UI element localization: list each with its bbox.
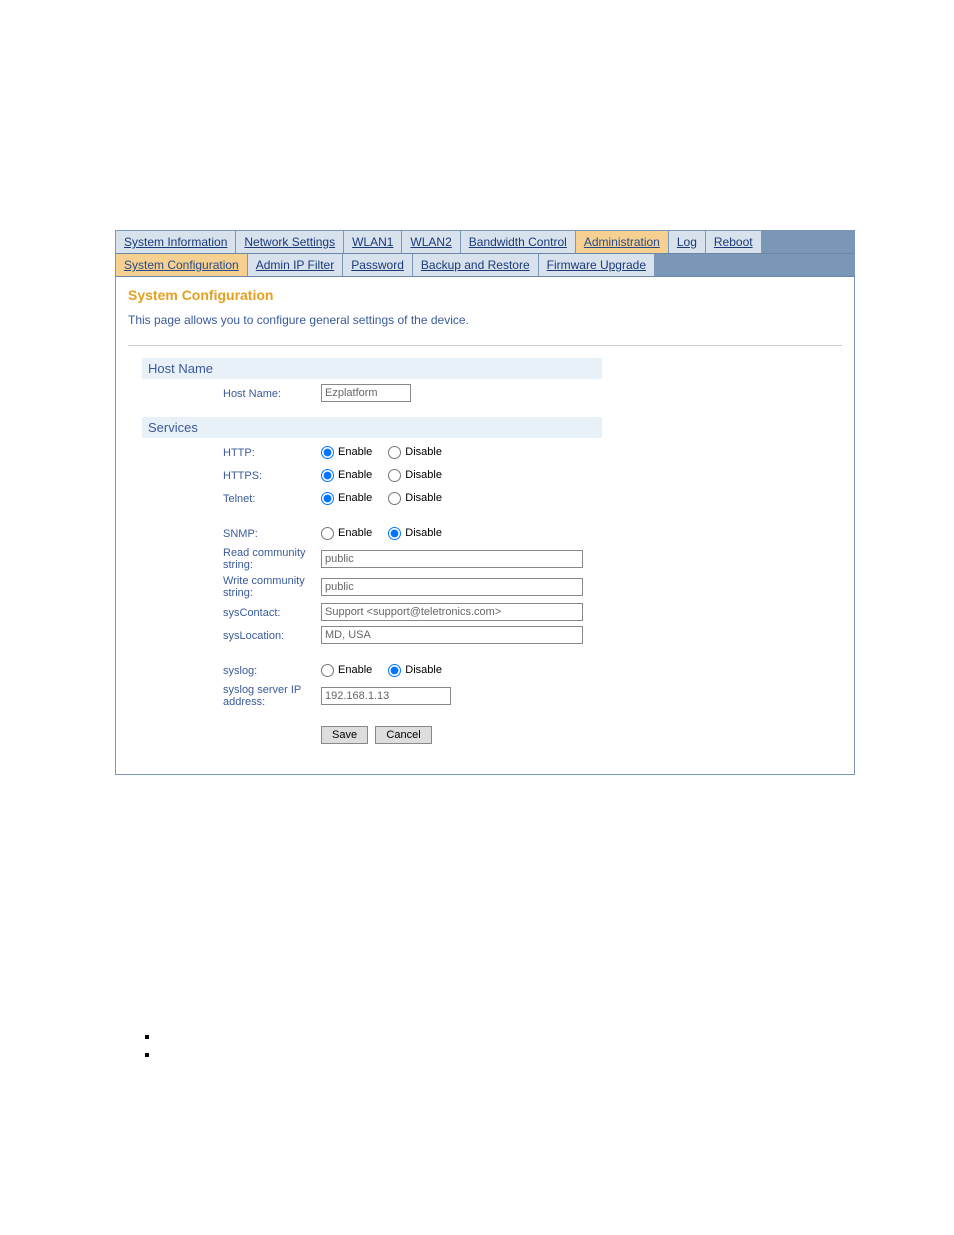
radio-telnet-disable[interactable] [388, 492, 401, 505]
bullet-icon [145, 1035, 149, 1039]
radio-label-disable: Disable [405, 664, 442, 676]
section-header-hostname: Host Name [142, 358, 602, 379]
tab-system-information[interactable]: System Information [116, 231, 236, 253]
bullet-icon [145, 1053, 149, 1057]
input-syslocation[interactable] [321, 626, 583, 644]
radio-syslog-disable[interactable] [388, 664, 401, 677]
tab-bandwidth-control[interactable]: Bandwidth Control [461, 231, 576, 253]
tab-log[interactable]: Log [669, 231, 706, 253]
radio-label-enable: Enable [338, 527, 372, 539]
subtab-admin-ip-filter[interactable]: Admin IP Filter [248, 254, 343, 276]
label-telnet: Telnet: [223, 492, 321, 505]
section-header-services: Services [142, 417, 602, 438]
radio-label-enable: Enable [338, 664, 372, 676]
label-syslocation: sysLocation: [223, 629, 321, 642]
radio-label-enable: Enable [338, 492, 372, 504]
input-syslog-server[interactable] [321, 687, 451, 705]
radio-http-disable[interactable] [388, 446, 401, 459]
form-services: HTTP: Enable Disable HTTPS: Enable Disab… [223, 442, 842, 708]
radio-https-enable[interactable] [321, 469, 334, 482]
subtab-system-configuration[interactable]: System Configuration [116, 254, 248, 276]
secondary-tab-bar: System Configuration Admin IP Filter Pas… [116, 254, 854, 277]
radio-label-disable: Disable [405, 527, 442, 539]
tab-wlan2[interactable]: WLAN2 [402, 231, 460, 253]
primary-tab-bar: System Information Network Settings WLAN… [116, 231, 854, 254]
cancel-button[interactable]: Cancel [375, 726, 431, 744]
input-write-community[interactable] [321, 578, 583, 596]
label-http: HTTP: [223, 446, 321, 459]
radio-label-disable: Disable [405, 492, 442, 504]
radio-label-enable: Enable [338, 469, 372, 481]
tab-network-settings[interactable]: Network Settings [236, 231, 344, 253]
label-write-community: Write community string: [223, 574, 321, 599]
subtab-backup-and-restore[interactable]: Backup and Restore [413, 254, 539, 276]
label-hostname: Host Name: [223, 387, 321, 400]
tab-spacer [762, 231, 854, 253]
input-syscontact[interactable] [321, 603, 583, 621]
page-title: System Configuration [128, 287, 842, 303]
radio-snmp-disable[interactable] [388, 527, 401, 540]
form-hostname: Host Name: [223, 383, 842, 403]
radio-label-enable: Enable [338, 446, 372, 458]
radio-http-enable[interactable] [321, 446, 334, 459]
content-area: System Configuration This page allows yo… [116, 277, 854, 774]
radio-syslog-enable[interactable] [321, 664, 334, 677]
radio-telnet-enable[interactable] [321, 492, 334, 505]
input-hostname[interactable] [321, 384, 411, 402]
radio-label-disable: Disable [405, 469, 442, 481]
radio-snmp-enable[interactable] [321, 527, 334, 540]
page-description: This page allows you to configure genera… [128, 313, 842, 327]
subtab-password[interactable]: Password [343, 254, 413, 276]
subtab-firmware-upgrade[interactable]: Firmware Upgrade [539, 254, 655, 276]
input-read-community[interactable] [321, 550, 583, 568]
button-row: Save Cancel [321, 726, 842, 744]
stray-bullets [145, 1035, 954, 1057]
app-window: System Information Network Settings WLAN… [115, 230, 855, 775]
subtab-spacer [655, 254, 854, 276]
label-read-community: Read community string: [223, 546, 321, 571]
label-syslog-server: syslog server IP address: [223, 683, 321, 708]
tab-administration[interactable]: Administration [576, 231, 669, 253]
radio-label-disable: Disable [405, 446, 442, 458]
label-syscontact: sysContact: [223, 606, 321, 619]
tab-wlan1[interactable]: WLAN1 [344, 231, 402, 253]
save-button[interactable]: Save [321, 726, 368, 744]
label-snmp: SNMP: [223, 527, 321, 540]
radio-https-disable[interactable] [388, 469, 401, 482]
label-syslog: syslog: [223, 664, 321, 677]
tab-reboot[interactable]: Reboot [706, 231, 762, 253]
label-https: HTTPS: [223, 469, 321, 482]
divider [128, 345, 842, 346]
